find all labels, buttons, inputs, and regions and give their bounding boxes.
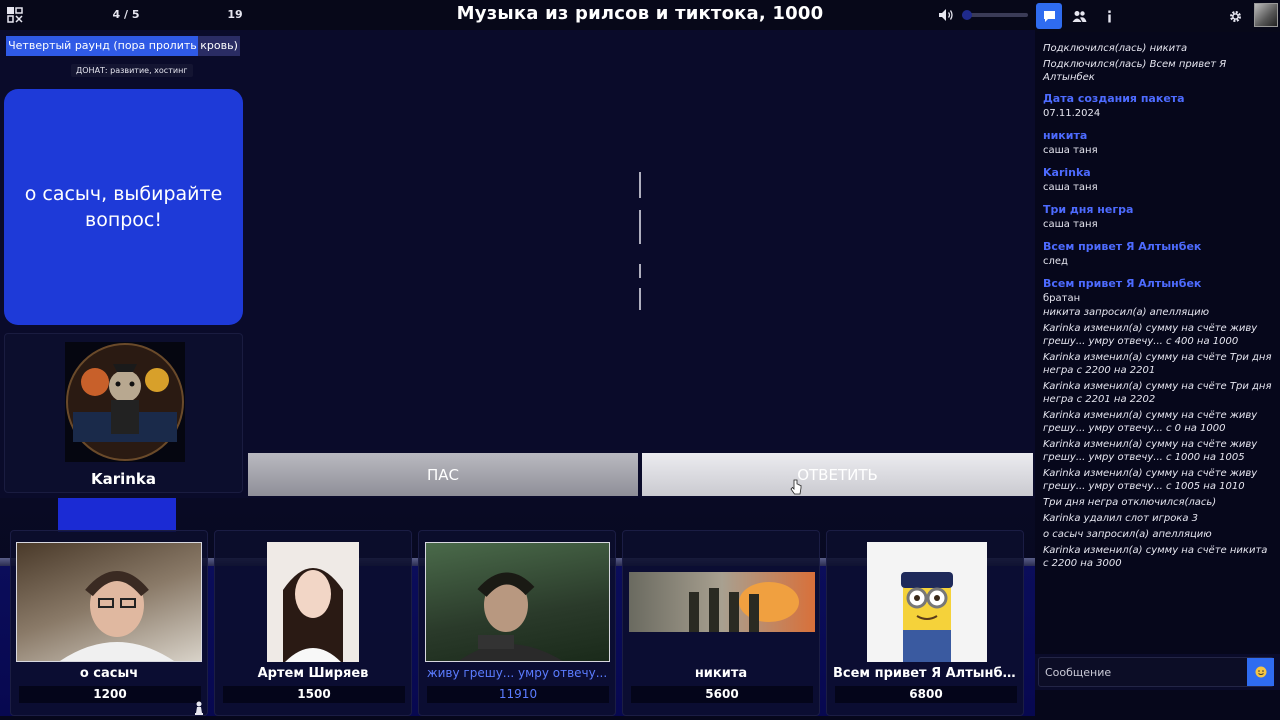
question-stage <box>248 32 1033 450</box>
player-avatar <box>867 542 987 662</box>
info-tab-button[interactable] <box>1096 3 1122 29</box>
settings-button[interactable] <box>1222 3 1248 29</box>
chat-message-author: никита <box>1043 129 1088 142</box>
info-icon <box>1107 10 1111 22</box>
chat-system-line: Karinka изменил(а) сумму на счёте Три дн… <box>1043 352 1272 376</box>
chat-message-author: Три дня негра <box>1043 203 1134 216</box>
volume-icon[interactable] <box>938 8 954 22</box>
chat-message-author: Дата создания пакета <box>1043 92 1185 105</box>
answer-button[interactable]: ОТВЕТИТЬ <box>642 453 1033 496</box>
users-icon <box>1072 10 1086 22</box>
player-avatar <box>629 572 815 632</box>
chat-input-container <box>1038 657 1274 687</box>
player-avatar <box>267 542 359 662</box>
player-score: 6800 <box>835 686 1017 703</box>
chat-log[interactable]: Подключился(лась) никита Подключился(лась… <box>1035 32 1280 654</box>
player-name: Всем привет Я Алтынбек <box>833 666 1021 681</box>
mouse-cursor-icon <box>790 479 802 495</box>
game-message-card: о сасыч, выбирайте вопрос! <box>4 89 243 325</box>
chat-system-line: Karinka изменил(а) сумму на счёте живу г… <box>1043 439 1258 463</box>
pass-button[interactable]: ПАС <box>248 453 638 496</box>
chat-system-line: Karinka изменил(а) сумму на счёте Три дн… <box>1043 381 1272 405</box>
host-podium-glow <box>58 498 176 532</box>
player-name: о сасыч <box>79 666 139 681</box>
top-bar: 4 / 5 19 Музыка из рилсов и тиктока, 100… <box>0 0 1035 30</box>
chat-tab-button[interactable] <box>1036 3 1062 29</box>
volume-slider-handle[interactable] <box>962 10 972 20</box>
donate-link[interactable]: ДОНАТ: развитие, хостинг <box>71 64 193 77</box>
pawn-icon <box>195 701 203 715</box>
player-score: 1500 <box>223 686 405 703</box>
chat-system-line: Три дня негра отключился(лась) <box>1043 497 1217 508</box>
chat-system-line: Karinka удалил слот игрока 3 <box>1043 513 1199 524</box>
chat-system-line: Подключился(лась) никита <box>1043 43 1188 54</box>
player-avatar-image-icon <box>689 582 799 632</box>
chat-message-author: Всем привет Я Алтынбек <box>1043 277 1202 290</box>
chat-message-text: след <box>1043 256 1068 267</box>
chat-message-author: Всем привет Я Алтынбек <box>1043 240 1202 253</box>
player-name: живу грешу... умру отвечу... <box>426 666 608 680</box>
chat-message-text: саша таня <box>1043 145 1098 156</box>
player-score: 1200 <box>19 686 201 703</box>
player-webcam-image-icon <box>60 571 174 661</box>
chat-message-input[interactable] <box>1039 658 1247 686</box>
chat-message-text: саша таня <box>1043 182 1098 193</box>
app-logo-icon[interactable] <box>6 6 24 24</box>
questions-left-counter: 19 <box>227 8 243 21</box>
round-counter: 4 / 5 <box>112 8 140 21</box>
player-name: Артем Ширяев <box>257 666 369 681</box>
audio-waveform-icon <box>639 172 641 310</box>
player-score: 5600 <box>631 686 813 703</box>
player-card[interactable]: никита 5600 <box>622 530 820 716</box>
players-tab-button[interactable] <box>1066 3 1092 29</box>
player-card[interactable]: о сасыч 1200 <box>10 530 208 716</box>
player-name: никита <box>694 666 748 681</box>
player-video <box>425 542 610 662</box>
chat-message-author: Karinka <box>1043 166 1091 179</box>
round-progress-bar: Четвертый раунд (пора пролить кровь) <box>6 36 240 56</box>
player-score: 11910 <box>427 686 609 703</box>
player-card[interactable]: Артем Ширяев 1500 <box>214 530 412 716</box>
gear-icon <box>1229 10 1241 22</box>
chat-system-line: Подключился(лась) Всем привет Я Алтынбек <box>1043 59 1227 83</box>
emoji-button[interactable] <box>1247 658 1274 686</box>
smiley-icon <box>1255 666 1266 678</box>
player-avatar-image-icon <box>283 568 343 662</box>
chat-system-line: никита запросил(а) апелляцию <box>1043 307 1209 318</box>
player-webcam-image-icon <box>458 572 563 661</box>
host-name: Karinka <box>90 470 157 488</box>
host-avatar <box>65 342 185 462</box>
game-message-text: о сасыч, выбирайте вопрос! <box>24 183 223 231</box>
user-avatar[interactable] <box>1254 3 1278 27</box>
chat-message-text: 07.11.2024 <box>1043 108 1101 119</box>
chat-message-text: саша таня <box>1043 219 1098 230</box>
chat-system-line: Karinka изменил(а) сумму на счёте никита… <box>1043 545 1268 569</box>
chat-system-line: Karinka изменил(а) сумму на счёте живу г… <box>1043 468 1258 492</box>
player-card[interactable]: Всем привет Я Алтынбек 6800 <box>826 530 1024 716</box>
player-card-active[interactable]: живу грешу... умру отвечу... 11910 <box>418 530 616 716</box>
chat-system-line: о сасыч запросил(а) апелляцию <box>1043 529 1212 540</box>
chat-system-line: Karinka изменил(а) сумму на счёте живу г… <box>1043 410 1258 434</box>
pack-title: Музыка из рилсов и тиктока, 1000 <box>456 3 824 24</box>
minion-avatar-icon <box>901 572 953 662</box>
host-panel: Karinka <box>4 333 243 493</box>
player-video <box>16 542 202 662</box>
host-avatar-image-icon <box>66 343 184 461</box>
chat-footer <box>1035 690 1280 720</box>
chat-message-text: братан <box>1043 293 1081 304</box>
round-name: Четвертый раунд (пора пролить кровь) <box>8 39 238 52</box>
chat-bubble-icon <box>1043 10 1055 22</box>
chat-system-line: Karinka изменил(а) сумму на счёте живу г… <box>1043 323 1258 347</box>
